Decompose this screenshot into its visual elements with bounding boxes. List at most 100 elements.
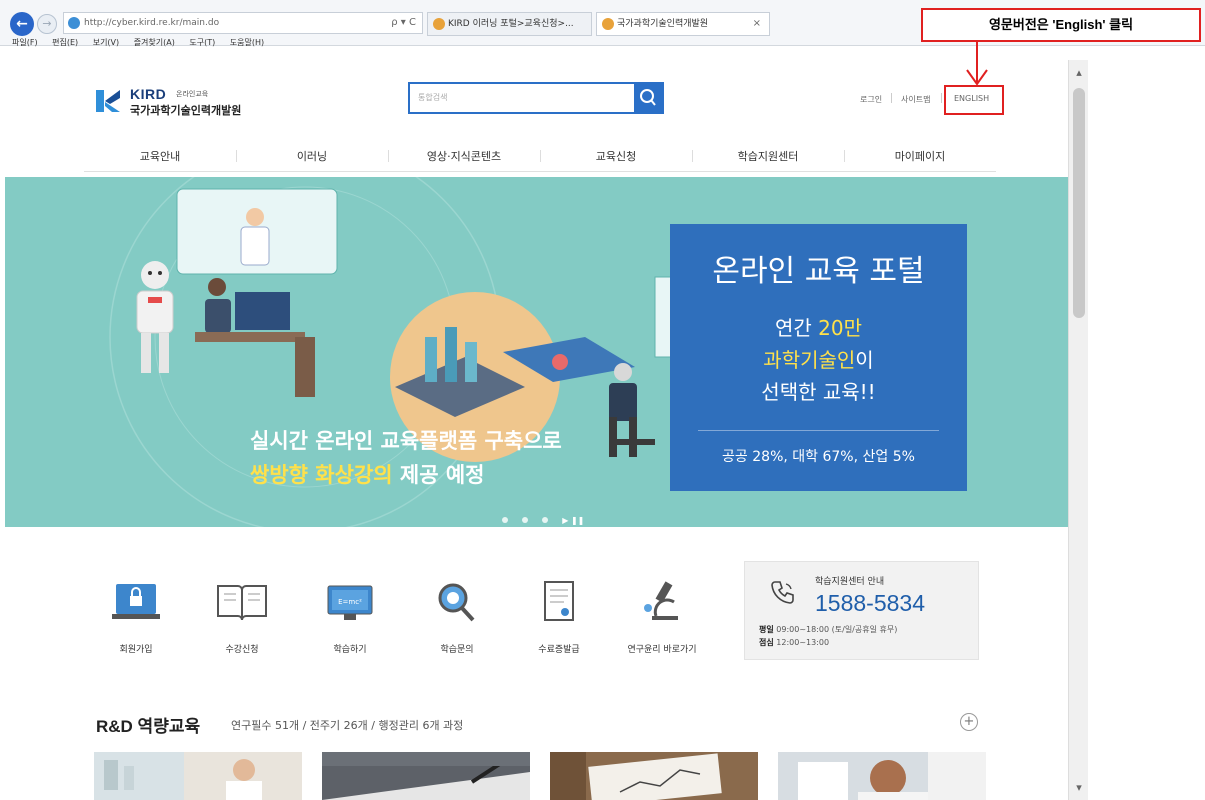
hero-info-panel: 온라인 교육 포털 연간 20만 과학기술인이 선택한 교육!! 공공 28%,… <box>670 224 967 491</box>
browser-tab-2[interactable]: 국가과학기술인력개발원 × <box>596 12 770 36</box>
site-logo[interactable]: KIRD 온라인교육 국가과학기술인력개발원 <box>96 84 266 120</box>
quick-label: 학습문의 <box>440 645 474 655</box>
menu-file[interactable]: 파일(F) <box>12 37 38 48</box>
util-divider <box>941 93 942 103</box>
util-divider <box>891 93 892 103</box>
support-weekday-hours: 평일 09:00~18:00 (토/일/공휴일 휴무) <box>759 624 897 635</box>
nav-mypage[interactable]: 마이페이지 <box>844 148 996 164</box>
hero-pagination: ▶ ❚❚ <box>502 508 584 525</box>
hero-caption-2: 쌍방향 화상강의 제공 예정 <box>250 459 484 489</box>
hero-line1-prefix: 연간 <box>774 316 819 340</box>
page-scrollbar[interactable]: ▴ ▾ <box>1068 60 1088 800</box>
hero-line-2: 과학기술인이 <box>670 344 967 373</box>
scroll-thumb[interactable] <box>1073 88 1085 318</box>
sitemap-link[interactable]: 사이트맵 <box>901 94 930 105</box>
quick-label: 학습하기 <box>333 645 367 655</box>
book-icon <box>217 585 267 621</box>
address-bar[interactable]: http://cyber.kird.re.kr/main.do ρ ▾ C <box>63 12 423 34</box>
nav-elearning[interactable]: 이러닝 <box>236 148 388 164</box>
search-input[interactable]: 통합검색 <box>418 92 447 103</box>
hero-line-1: 연간 20만 <box>670 312 967 341</box>
quick-study[interactable]: E=mc² 학습하기 <box>305 578 395 655</box>
nav-support-center[interactable]: 학습지원센터 <box>692 148 844 164</box>
support-phone-number: 1588-5834 <box>815 590 925 616</box>
back-button[interactable]: ← <box>10 12 34 36</box>
quick-research-ethics[interactable]: 연구윤리 바로가기 <box>617 578 707 655</box>
quick-label: 수료증발급 <box>538 645 580 655</box>
quick-signup[interactable]: 회원가입 <box>91 578 181 655</box>
kird-logo-icon <box>96 90 120 112</box>
nav-video-contents[interactable]: 영상·지식콘텐츠 <box>388 148 540 164</box>
course-thumbnail-2 <box>322 752 530 800</box>
scroll-up-icon[interactable]: ▴ <box>1069 66 1089 79</box>
svg-text:E=mc²: E=mc² <box>338 598 362 606</box>
course-thumbnail-4 <box>778 752 986 800</box>
tab-label: KIRD 이러닝 포털>교육신청>... <box>448 19 574 29</box>
support-center-box: 학습지원센터 안내 1588-5834 평일 09:00~18:00 (토/일/… <box>744 561 979 660</box>
hero-panel-title: 온라인 교육 포털 <box>712 254 925 289</box>
support-lunch-value: 12:00~13:00 <box>776 638 830 647</box>
course-card-2[interactable] <box>322 752 530 800</box>
course-card-4[interactable] <box>778 752 986 800</box>
support-weekday-label: 평일 <box>759 625 774 634</box>
quick-label: 수강신청 <box>225 645 259 655</box>
hero-stat: 공공 28%, 대학 67%, 산업 5% <box>722 449 915 465</box>
magnifier-icon <box>438 583 475 622</box>
tab-favicon-icon <box>433 18 445 30</box>
english-highlight-box <box>944 85 1004 115</box>
annotation-arrow-icon <box>966 42 988 86</box>
quick-certificate[interactable]: 수료증발급 <box>514 578 604 655</box>
quick-label: 회원가입 <box>119 645 153 655</box>
tab-close-icon[interactable]: × <box>753 13 761 35</box>
menu-help[interactable]: 도움말(H) <box>230 37 264 48</box>
hero-panel-divider <box>698 430 939 431</box>
menu-bar: 파일(F) 편집(E) 보기(V) 즐겨찾기(A) 도구(T) 도움말(H) <box>0 37 264 49</box>
nav-education-guide[interactable]: 교육안내 <box>84 148 236 164</box>
search-button[interactable] <box>634 84 662 112</box>
rd-section-subtitle: 연구필수 51개 / 전주기 26개 / 행정관리 6개 과정 <box>231 719 464 732</box>
tab-favicon-icon <box>602 18 614 30</box>
search-icon <box>640 89 656 106</box>
site-favicon-icon <box>68 17 80 29</box>
course-card-3[interactable] <box>550 752 758 800</box>
logo-sub-text: 온라인교육 <box>176 90 209 98</box>
menu-edit[interactable]: 편집(E) <box>52 37 78 48</box>
hero-line2-suffix: 이 <box>855 348 874 372</box>
forward-button[interactable]: → <box>37 14 57 34</box>
quick-label: 연구윤리 바로가기 <box>627 645 697 655</box>
scroll-down-icon[interactable]: ▾ <box>1069 781 1089 794</box>
rd-more-button[interactable]: + <box>960 713 978 731</box>
annotation-callout: 영문버전은 'English' 클릭 <box>921 8 1201 42</box>
course-thumbnail-1 <box>94 752 302 800</box>
hero-play-pause-icon[interactable]: ▶ ❚❚ <box>562 516 584 525</box>
login-link[interactable]: 로그인 <box>860 94 882 105</box>
browser-window: { "browser": { "address": "http://cyber.… <box>0 0 1205 800</box>
menu-view[interactable]: 보기(V) <box>93 37 119 48</box>
quick-enroll[interactable]: 수강신청 <box>197 578 287 655</box>
course-card-1[interactable] <box>94 752 302 800</box>
certificate-icon <box>544 581 574 621</box>
phone-icon <box>771 581 794 604</box>
nav-application[interactable]: 교육신청 <box>540 148 692 164</box>
search-box[interactable]: 통합검색 <box>408 82 664 114</box>
support-lunch-hours: 점심 12:00~13:00 <box>759 637 829 648</box>
logo-kird-text: KIRD <box>130 86 167 102</box>
menu-favorites[interactable]: 즐겨찾기(A) <box>134 37 175 48</box>
hero-line1-highlight: 20만 <box>818 316 863 340</box>
address-text: http://cyber.kird.re.kr/main.do <box>84 18 220 28</box>
support-lunch-label: 점심 <box>759 638 774 647</box>
hero-caption2-suffix: 제공 예정 <box>392 463 485 487</box>
main-navigation: 교육안내 이러닝 영상·지식콘텐츠 교육신청 학습지원센터 마이페이지 <box>84 142 996 172</box>
menu-tools[interactable]: 도구(T) <box>189 37 215 48</box>
address-tools[interactable]: ρ ▾ C <box>391 13 416 33</box>
hero-banner[interactable]: 온라인 교육 포털 연간 20만 과학기술인이 선택한 교육!! 공공 28%,… <box>5 177 1068 527</box>
hero-caption-1: 실시간 온라인 교육플랫폼 구축으로 <box>250 429 562 453</box>
browser-tab-1[interactable]: KIRD 이러닝 포털>교육신청>... <box>427 12 592 36</box>
course-thumbnail-3 <box>550 752 758 800</box>
support-weekday-value: 09:00~18:00 (토/일/공휴일 휴무) <box>776 625 898 634</box>
quick-inquiry[interactable]: 학습문의 <box>412 578 502 655</box>
logo-org-name: 국가과학기술인력개발원 <box>130 104 242 117</box>
microscope-icon <box>644 581 678 620</box>
hero-dot-1[interactable] <box>502 517 508 523</box>
monitor-icon: E=mc² <box>327 585 373 620</box>
